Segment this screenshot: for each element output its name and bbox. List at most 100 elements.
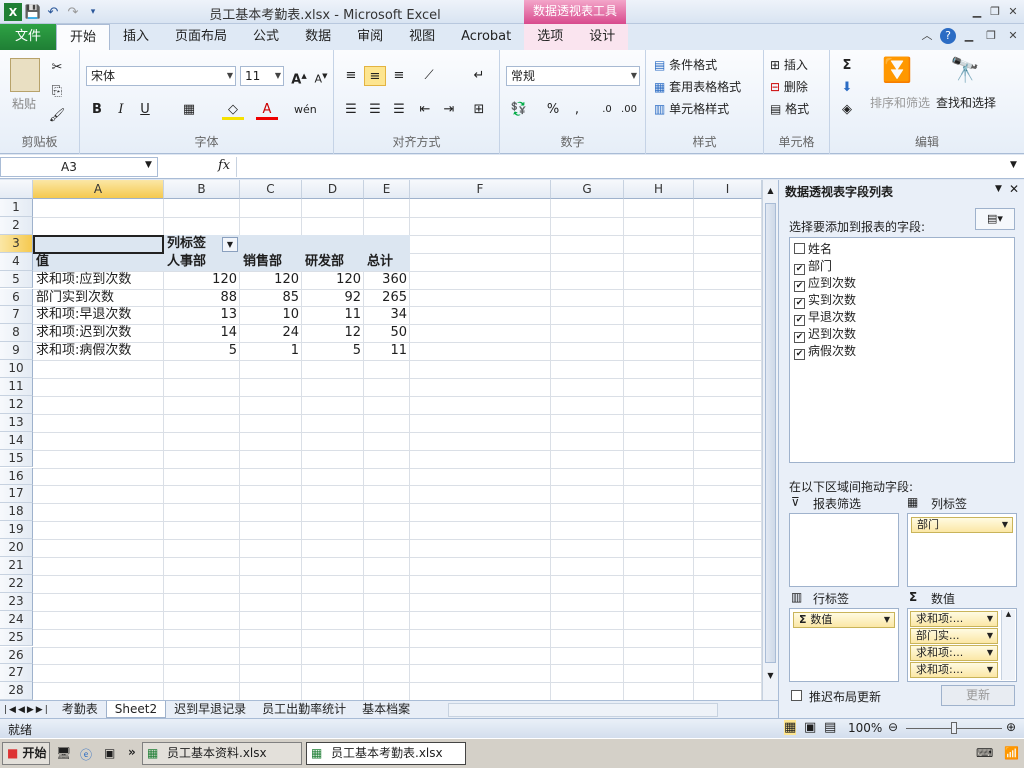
minimize-icon[interactable]: ▁ — [968, 4, 986, 20]
tab-options[interactable]: 选项 — [524, 24, 577, 50]
pane-close-icon[interactable]: ✕ — [1009, 182, 1019, 196]
format-cells-button[interactable]: ▤ 格式 — [770, 100, 809, 117]
font-name-combo[interactable]: 宋体 ▼ — [86, 66, 236, 86]
border-icon[interactable]: ▦ — [178, 100, 200, 120]
copy-icon[interactable]: ⎘ — [46, 82, 68, 102]
pivot-value-cell[interactable]: 10 — [240, 306, 302, 324]
field-item[interactable]: ✔ 部门 — [794, 257, 832, 275]
value-field[interactable]: 求和项:... ▼ — [910, 645, 998, 661]
scroll-thumb[interactable] — [765, 203, 776, 663]
increase-decimal-icon[interactable]: .0 — [596, 100, 618, 120]
tray-keyboard-icon[interactable]: ⌨ — [976, 746, 993, 760]
scroll-up-icon[interactable]: ▲ — [763, 186, 778, 195]
normal-view-icon[interactable]: ▦ — [784, 720, 797, 735]
pivot-value-cell[interactable]: 1 — [240, 342, 302, 360]
checkbox-icon[interactable] — [794, 243, 805, 254]
percent-icon[interactable]: % — [542, 100, 564, 120]
quicklaunch-more[interactable]: » — [128, 745, 136, 759]
column-header-i[interactable]: I — [694, 180, 762, 199]
page-break-view-icon[interactable]: ▤ — [824, 720, 836, 735]
pivot-row-label[interactable]: 求和项:应到次数 — [36, 271, 162, 289]
column-header-d[interactable]: D — [302, 180, 364, 199]
italic-icon[interactable]: I — [110, 100, 132, 120]
zoom-in-icon[interactable]: ⊕ — [1006, 720, 1016, 734]
paste-icon[interactable] — [10, 58, 40, 92]
defer-update-checkbox[interactable] — [791, 689, 805, 703]
pivot-row-label[interactable]: 部门实到次数 — [36, 289, 162, 307]
row-header[interactable]: 12 — [0, 395, 33, 414]
pivot-value-cell[interactable]: 12 — [302, 324, 364, 342]
row-header[interactable]: 25 — [0, 628, 33, 647]
decrease-decimal-icon[interactable]: .00 — [618, 100, 640, 120]
tab-home[interactable]: 开始 — [56, 24, 111, 50]
cut-icon[interactable]: ✂ — [46, 58, 68, 78]
column-header-e[interactable]: E — [364, 180, 410, 199]
delete-cells-button[interactable]: ⊟ 删除 — [770, 78, 808, 95]
row-header[interactable]: 23 — [0, 592, 33, 611]
sheet-tab-sheet2[interactable]: Sheet2 — [105, 701, 167, 718]
col-label-filter-icon[interactable]: ▼ — [222, 237, 238, 252]
find-select-button[interactable]: 查找和选择 — [936, 94, 996, 111]
pivot-row-label[interactable]: 求和项:早退次数 — [36, 306, 162, 324]
number-format-combo[interactable]: 常规 ▼ — [506, 66, 640, 86]
pivot-value-cell[interactable]: 120 — [302, 271, 364, 289]
field-item[interactable]: ✔ 病假次数 — [794, 342, 856, 360]
checkbox-icon[interactable]: ✔ — [794, 349, 805, 360]
comma-icon[interactable]: , — [566, 100, 588, 120]
phonetic-icon[interactable]: wén — [294, 100, 317, 120]
field-item[interactable]: ✔ 应到次数 — [794, 274, 856, 292]
row-header[interactable]: 22 — [0, 574, 33, 593]
scroll-down-icon[interactable]: ▼ — [763, 671, 778, 680]
shrink-font-icon[interactable]: A▼ — [310, 66, 332, 86]
insert-cells-button[interactable]: ⊞ 插入 — [770, 56, 808, 73]
row-header[interactable]: 8 — [0, 324, 33, 343]
row-header[interactable]: 28 — [0, 682, 33, 700]
row-header[interactable]: 13 — [0, 413, 33, 432]
row-header[interactable]: 1 — [0, 199, 33, 217]
column-header-h[interactable]: H — [624, 180, 694, 199]
field-item[interactable]: ✔ 实到次数 — [794, 291, 856, 309]
row-header[interactable]: 5 — [0, 270, 33, 289]
pane-menu-icon[interactable]: ▼ — [995, 184, 1002, 194]
pivot-value-cell[interactable]: 120 — [240, 271, 302, 289]
tab-data[interactable]: 数据 — [292, 24, 344, 50]
row-header[interactable]: 7 — [0, 306, 33, 325]
bold-icon[interactable]: B — [86, 100, 108, 120]
quicklaunch-desktop-icon[interactable]: 🖥 — [56, 746, 71, 760]
row-header[interactable]: 9 — [0, 342, 33, 361]
sort-filter-button[interactable]: 排序和筛选 — [870, 94, 930, 111]
start-button[interactable]: ■ 开始 — [2, 742, 50, 765]
pivot-row-label[interactable]: 求和项:病假次数 — [36, 342, 162, 360]
font-color-icon[interactable]: A — [256, 100, 278, 120]
tab-acrobat[interactable]: Acrobat — [448, 24, 524, 50]
sheet-tab-attendance[interactable]: 考勤表 — [54, 701, 106, 718]
pivot-value-cell[interactable]: 88 — [164, 289, 240, 307]
font-size-combo[interactable]: 11 ▼ — [240, 66, 284, 86]
value-field[interactable]: 求和项:... ▼ — [910, 662, 998, 678]
row-header[interactable]: 20 — [0, 539, 33, 557]
field-item[interactable]: 姓名 — [794, 240, 832, 257]
pivot-value-cell[interactable]: 13 — [164, 306, 240, 324]
currency-icon[interactable]: 💱 — [508, 100, 530, 120]
update-button[interactable]: 更新 — [941, 685, 1015, 706]
pivot-value-cell[interactable]: 11 — [302, 306, 364, 324]
row-header[interactable]: 17 — [0, 485, 33, 504]
tab-insert[interactable]: 插入 — [110, 24, 162, 50]
sheet-tab-basic-info[interactable]: 基本档案 — [354, 701, 418, 718]
pivot-value-cell[interactable]: 24 — [240, 324, 302, 342]
increase-indent-icon[interactable]: ⇥ — [438, 100, 460, 120]
close-icon[interactable]: ✕ — [1004, 4, 1022, 20]
pivot-value-cell[interactable]: 34 — [364, 306, 410, 324]
row-header[interactable]: 14 — [0, 431, 33, 450]
pivot-value-cell[interactable]: 265 — [364, 289, 410, 307]
align-center-icon[interactable]: ☰ — [364, 100, 386, 120]
selected-cell-a3[interactable] — [33, 235, 164, 254]
report-filter-zone[interactable] — [789, 513, 899, 587]
find-select-icon[interactable]: 🔭 — [950, 56, 980, 84]
task-employee-attendance[interactable]: ▦ 员工基本考勤表.xlsx — [306, 742, 466, 765]
pivot-value-cell[interactable]: 360 — [364, 271, 410, 289]
field-item[interactable]: ✔ 早退次数 — [794, 308, 856, 326]
field-item[interactable]: ✔ 迟到次数 — [794, 325, 856, 343]
row-header[interactable]: 16 — [0, 467, 33, 486]
expand-formula-icon[interactable]: ▼ — [1010, 160, 1017, 170]
